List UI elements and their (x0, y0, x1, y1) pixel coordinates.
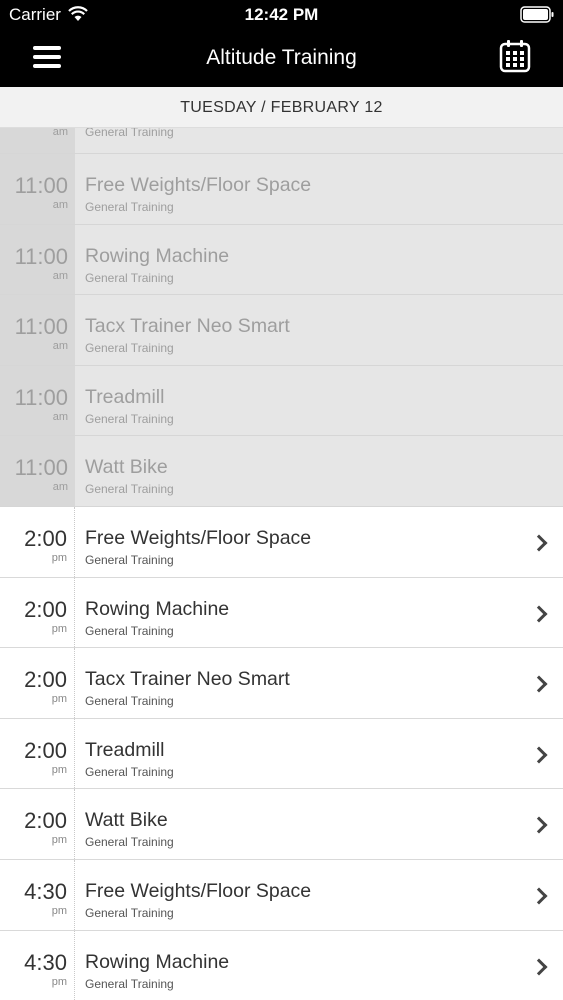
item-subtitle: General Training (85, 341, 174, 356)
time-label: 2:00 (24, 737, 67, 763)
nav-bar: Altitude Training (0, 30, 563, 87)
list-item[interactable]: 4:30 pm Rowing Machine General Training (0, 930, 563, 1000)
chevron-right-icon[interactable] (533, 816, 545, 834)
chevron-right-icon[interactable] (533, 534, 545, 552)
ampm-label: pm (51, 551, 67, 564)
time-label: 2:00 (24, 525, 67, 551)
time-column: 4:30 pm (0, 859, 75, 930)
ampm-label: am (52, 340, 68, 353)
item-title: Free Weights/Floor Space (85, 526, 312, 549)
item-title: Tacx Trainer Neo Smart (85, 668, 290, 691)
item-subtitle: General Training (85, 835, 174, 850)
time-label: 4:30 (24, 878, 67, 904)
ampm-label: am (52, 199, 68, 211)
time-column: 11:00 am (0, 224, 75, 295)
time-column: 4:30 pm (0, 930, 75, 1000)
item-title: Rowing Machine (85, 597, 230, 620)
list-item[interactable]: 4:30 pm Free Weights/Floor Space General Tr… (0, 859, 563, 931)
item-title: Tacx Trainer Neo Smart (85, 315, 290, 338)
item-title: Rowing Machine (85, 244, 230, 267)
item-subtitle: General Training (85, 905, 174, 920)
page-title: Altitude Training (206, 46, 357, 69)
item-title: Free Weights/Floor Space (85, 174, 312, 196)
item-subtitle: General Training (85, 976, 174, 991)
list-item: 11:00 am Treadmill General Training (0, 365, 563, 437)
item-title: Watt Bike (85, 809, 168, 832)
list-item[interactable]: 2:00 pm Treadmill General Training (0, 718, 563, 790)
item-subtitle: General Training (85, 128, 174, 139)
item-title: Treadmill (85, 385, 165, 408)
calendar-icon[interactable] (499, 39, 531, 73)
time-label: 11:00 (14, 243, 68, 269)
ampm-label: am (52, 128, 68, 138)
time-column: 2:00 pm (0, 648, 75, 718)
time-label: 11:00 (14, 455, 68, 481)
time-label: 2:00 (24, 808, 67, 834)
ampm-label: am (52, 481, 68, 494)
time-column: 2:00 pm (0, 718, 75, 789)
schedule-list: am General Training 11:00 am Free Weights/… (0, 128, 563, 1000)
item-subtitle: General Training (85, 411, 174, 426)
ampm-label: pm (51, 693, 67, 706)
time-column: 11:00 am (0, 295, 75, 365)
time-column: 11:00 am (0, 436, 75, 506)
item-subtitle: General Training (85, 694, 174, 709)
list-item[interactable]: 2:00 pm Rowing Machine General Training (0, 577, 563, 649)
time-label: 2:00 (24, 596, 67, 622)
ampm-label: am (52, 410, 68, 423)
list-item[interactable]: 2:00 pm Tacx Trainer Neo Smart General Trai… (0, 648, 563, 719)
time-column: am (0, 128, 75, 153)
item-title: Treadmill (85, 738, 165, 761)
status-bar: Carrier 12:42 PM (0, 0, 563, 30)
item-title: Rowing Machine (85, 950, 230, 973)
time-column: 11:00 am (0, 365, 75, 436)
chevron-right-icon[interactable] (533, 746, 545, 764)
chevron-right-icon[interactable] (533, 958, 545, 976)
item-subtitle: General Training (85, 764, 174, 779)
list-item: am General Training (0, 128, 563, 154)
list-item[interactable]: 2:00 pm Watt Bike General Training (0, 789, 563, 860)
ampm-label: am (52, 269, 68, 282)
ampm-label: pm (51, 904, 67, 917)
ampm-label: pm (51, 834, 67, 847)
date-header: TUESDAY / FEBRUARY 12 (0, 87, 563, 128)
time-label: 11:00 (14, 314, 68, 340)
item-title: Watt Bike (85, 456, 168, 479)
battery-icon (520, 6, 554, 23)
time-label: 4:30 (24, 949, 67, 975)
time-label: 11:00 (14, 173, 68, 198)
list-item: 11:00 am Tacx Trainer Neo Smart General Tra… (0, 295, 563, 366)
item-subtitle: General Training (85, 623, 174, 638)
time-column: 2:00 pm (0, 506, 75, 577)
time-label: 2:00 (24, 667, 67, 693)
list-item: 11:00 am Rowing Machine General Training (0, 224, 563, 296)
item-subtitle: General Training (85, 200, 174, 214)
ampm-label: pm (51, 975, 67, 988)
status-time: 12:42 PM (244, 5, 319, 24)
chevron-right-icon[interactable] (533, 605, 545, 623)
item-subtitle: General Training (85, 270, 174, 285)
time-label: 11:00 (14, 384, 68, 410)
list-item: 11:00 am Free Weights/Floor Space General T… (0, 154, 563, 225)
time-column: 11:00 am (0, 154, 75, 224)
item-subtitle: General Training (85, 552, 174, 567)
ampm-label: pm (51, 763, 67, 776)
list-item: 11:00 am Watt Bike General Training (0, 436, 563, 507)
chevron-right-icon[interactable] (533, 675, 545, 693)
chevron-right-icon[interactable] (533, 887, 545, 905)
item-title: Free Weights/Floor Space (85, 879, 312, 902)
ampm-label: pm (51, 622, 67, 635)
list-item[interactable]: 2:00 pm Free Weights/Floor Space General Tr… (0, 506, 563, 578)
time-column: 2:00 pm (0, 789, 75, 859)
time-column: 2:00 pm (0, 577, 75, 648)
item-subtitle: General Training (85, 482, 174, 497)
